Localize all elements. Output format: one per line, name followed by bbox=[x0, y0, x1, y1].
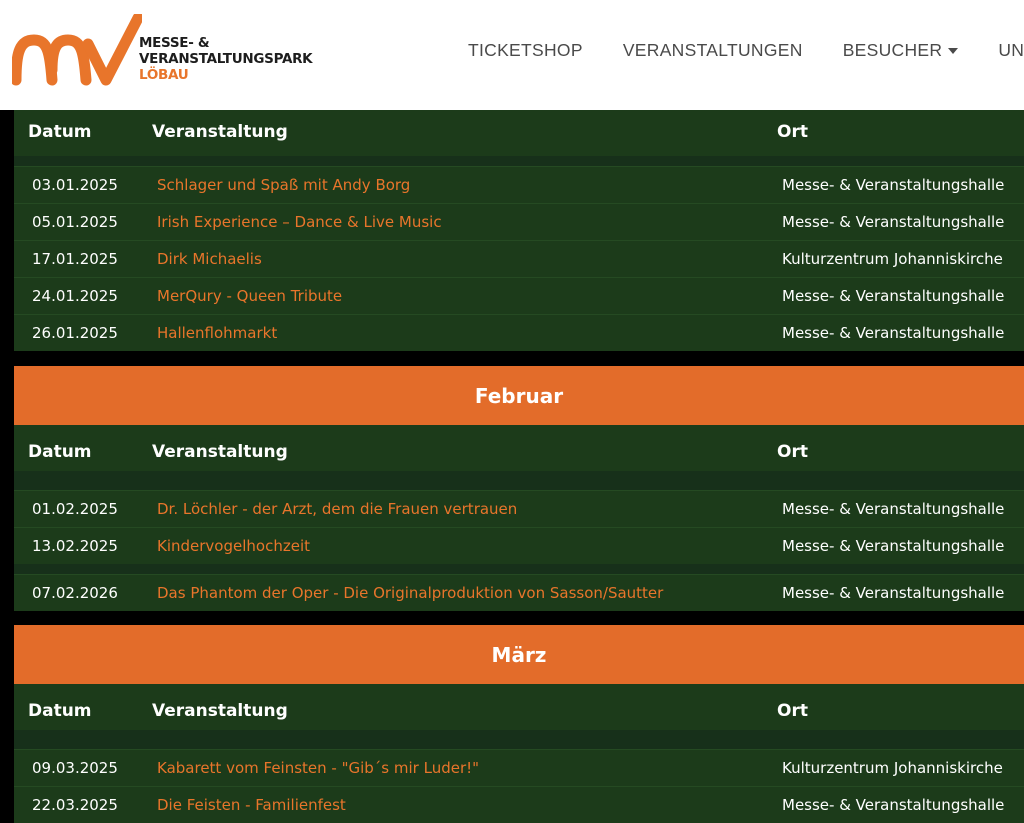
event-date: 24.01.2025 bbox=[32, 287, 118, 305]
table-row: 01.02.2025 Dr. Löchler - der Arzt, dem d… bbox=[14, 490, 1024, 527]
event-link[interactable]: Das Phantom der Oper - Die Originalprodu… bbox=[157, 584, 663, 602]
events-table-february: Datum Veranstaltung Ort 01.02.2025 Dr. L… bbox=[14, 425, 1024, 611]
table-row: 22.03.2025 Die Feisten - Familienfest Me… bbox=[14, 786, 1024, 823]
header-date: Datum bbox=[28, 442, 92, 462]
table-row: 17.01.2025 Dirk Michaelis Kulturzentrum … bbox=[14, 240, 1024, 277]
nav-label: VERANSTALTUNGEN bbox=[622, 40, 803, 60]
event-location: Messe- & Veranstaltungshalle bbox=[782, 537, 1005, 555]
table-header: Datum Veranstaltung Ort bbox=[14, 684, 1024, 730]
event-location: Kulturzentrum Johanniskirche bbox=[782, 759, 1003, 777]
nav-besucher[interactable]: BESUCHER bbox=[843, 40, 959, 61]
caret-down-icon bbox=[948, 48, 959, 54]
event-location: Kulturzentrum Johanniskirche bbox=[782, 250, 1003, 268]
month-heading-march: März bbox=[14, 625, 1024, 684]
header-location: Ort bbox=[777, 122, 808, 142]
table-row: 24.01.2025 MerQury - Queen Tribute Messe… bbox=[14, 277, 1024, 314]
event-link[interactable]: Die Feisten - Familienfest bbox=[157, 796, 346, 814]
nav-veranstaltungen[interactable]: VERANSTALTUNGEN bbox=[623, 40, 803, 61]
event-link[interactable]: Irish Experience – Dance & Live Music bbox=[157, 213, 442, 231]
table-header: Datum Veranstaltung Ort bbox=[14, 110, 1024, 156]
event-date: 03.01.2025 bbox=[32, 176, 118, 194]
header-event: Veranstaltung bbox=[152, 701, 288, 721]
event-location: Messe- & Veranstaltungshalle bbox=[782, 324, 1005, 342]
table-row: 09.03.2025 Kabarett vom Feinsten - "Gib´… bbox=[14, 749, 1024, 786]
nav-label: BESUCHER bbox=[842, 40, 943, 60]
nav-label: TICKETSHOP bbox=[468, 40, 583, 60]
event-date: 17.01.2025 bbox=[32, 250, 118, 268]
row-divider bbox=[14, 564, 1024, 574]
header-divider bbox=[14, 471, 1024, 490]
event-date: 26.01.2025 bbox=[32, 324, 118, 342]
site-header: MESSE- & VERANSTALTUNGSPARK LÖBAU TICKET… bbox=[0, 0, 1024, 110]
event-location: Messe- & Veranstaltungshalle bbox=[782, 213, 1005, 231]
header-event: Veranstaltung bbox=[152, 122, 288, 142]
header-date: Datum bbox=[28, 701, 92, 721]
events-table-march: Datum Veranstaltung Ort 09.03.2025 Kabar… bbox=[14, 684, 1024, 823]
event-location: Messe- & Veranstaltungshalle bbox=[782, 287, 1005, 305]
event-date: 13.02.2025 bbox=[32, 537, 118, 555]
logo-line-1: MESSE- & bbox=[139, 35, 210, 51]
event-link[interactable]: Dirk Michaelis bbox=[157, 250, 262, 268]
event-link[interactable]: MerQury - Queen Tribute bbox=[157, 287, 342, 305]
table-row: 05.01.2025 Irish Experience – Dance & Li… bbox=[14, 203, 1024, 240]
header-divider bbox=[14, 730, 1024, 749]
nav-ticketshop[interactable]: TICKETSHOP bbox=[468, 40, 583, 61]
month-heading-february: Februar bbox=[14, 366, 1024, 425]
event-location: Messe- & Veranstaltungshalle bbox=[782, 796, 1005, 814]
site-logo[interactable]: MESSE- & VERANSTALTUNGSPARK LÖBAU bbox=[12, 14, 313, 90]
header-divider bbox=[14, 156, 1024, 166]
table-row: 26.01.2025 Hallenflohmarkt Messe- & Vera… bbox=[14, 314, 1024, 351]
events-table-january: Datum Veranstaltung Ort 03.01.2025 Schla… bbox=[14, 110, 1024, 351]
main-nav: TICKETSHOP VERANSTALTUNGEN BESUCHER UNTE… bbox=[468, 40, 1024, 61]
event-date: 01.02.2025 bbox=[32, 500, 118, 518]
event-link[interactable]: Dr. Löchler - der Arzt, dem die Frauen v… bbox=[157, 500, 517, 518]
event-date: 22.03.2025 bbox=[32, 796, 118, 814]
header-date: Datum bbox=[28, 122, 92, 142]
table-row: 13.02.2025 Kindervogelhochzeit Messe- & … bbox=[14, 527, 1024, 564]
event-date: 07.02.2026 bbox=[32, 584, 118, 602]
mv-logo-icon bbox=[12, 14, 142, 86]
table-row: 07.02.2026 Das Phantom der Oper - Die Or… bbox=[14, 574, 1024, 611]
header-location: Ort bbox=[777, 442, 808, 462]
month-title: Februar bbox=[474, 384, 564, 408]
logo-wordmark: MESSE- & VERANSTALTUNGSPARK LÖBAU bbox=[139, 35, 313, 83]
event-date: 05.01.2025 bbox=[32, 213, 118, 231]
table-row: 03.01.2025 Schlager und Spaß mit Andy Bo… bbox=[14, 166, 1024, 203]
event-date: 09.03.2025 bbox=[32, 759, 118, 777]
event-location: Messe- & Veranstaltungshalle bbox=[782, 500, 1005, 518]
header-event: Veranstaltung bbox=[152, 442, 288, 462]
header-location: Ort bbox=[777, 701, 808, 721]
logo-line-2: VERANSTALTUNGSPARK bbox=[139, 51, 313, 67]
event-location: Messe- & Veranstaltungshalle bbox=[782, 176, 1005, 194]
month-title: März bbox=[491, 643, 547, 667]
event-link[interactable]: Kabarett vom Feinsten - "Gib´s mir Luder… bbox=[157, 759, 479, 777]
event-link[interactable]: Hallenflohmarkt bbox=[157, 324, 277, 342]
event-location: Messe- & Veranstaltungshalle bbox=[782, 584, 1005, 602]
table-header: Datum Veranstaltung Ort bbox=[14, 425, 1024, 471]
nav-unternehmen[interactable]: UNTER bbox=[998, 40, 1024, 61]
event-link[interactable]: Kindervogelhochzeit bbox=[157, 537, 310, 555]
nav-label: UNTER bbox=[998, 40, 1024, 60]
logo-line-3: LÖBAU bbox=[139, 67, 189, 83]
event-link[interactable]: Schlager und Spaß mit Andy Borg bbox=[157, 176, 410, 194]
